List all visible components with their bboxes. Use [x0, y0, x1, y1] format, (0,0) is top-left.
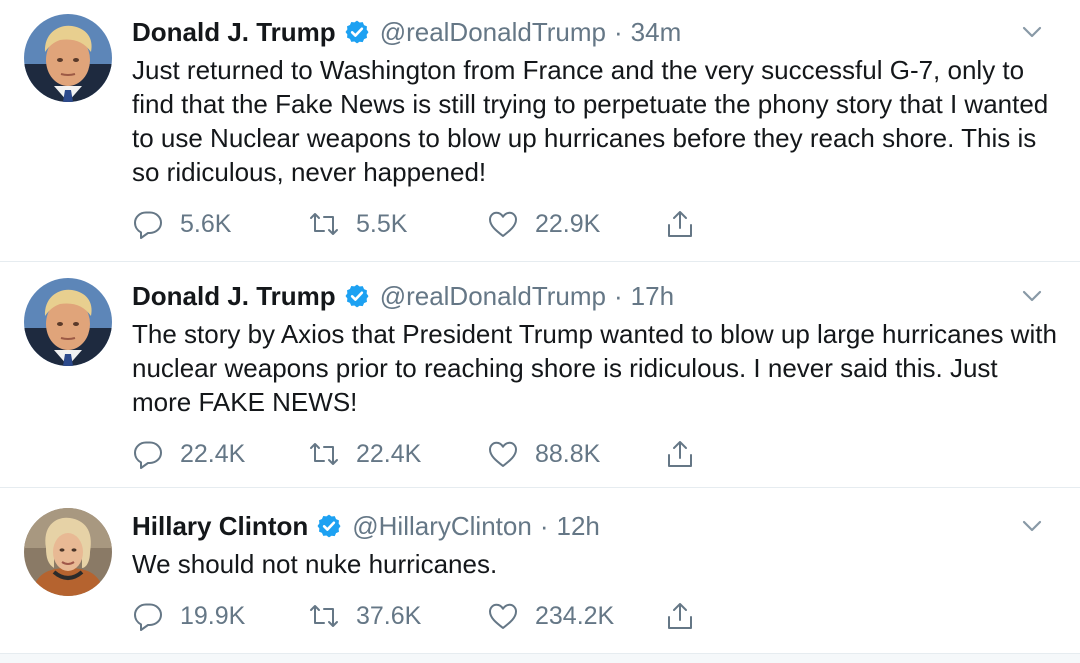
- separator: ·: [613, 280, 623, 311]
- author-name[interactable]: Donald J. Trump: [132, 17, 336, 48]
- verified-badge-icon: [316, 513, 343, 539]
- chevron-down-icon[interactable]: [1020, 514, 1044, 538]
- retweet-icon: [310, 443, 338, 465]
- retweet-count: 5.5K: [356, 209, 408, 238]
- share-icon: [668, 211, 692, 237]
- retweet-button[interactable]: 5.5K: [308, 204, 407, 244]
- like-count: 88.8K: [535, 439, 601, 468]
- share-icon: [668, 441, 692, 467]
- clinton-avatar-image: [24, 508, 112, 596]
- trump-avatar-image: [24, 278, 112, 366]
- chevron-down-icon[interactable]: [1020, 20, 1044, 44]
- reply-button[interactable]: 5.6K: [132, 204, 231, 244]
- author-handle[interactable]: @realDonaldTrump: [380, 17, 606, 48]
- chevron-down-icon[interactable]: [1020, 284, 1044, 308]
- tweet[interactable]: Hillary Clinton @HillaryClinton · 12h We…: [0, 488, 1080, 654]
- avatar[interactable]: [24, 278, 112, 366]
- reply-count: 19.9K: [180, 601, 246, 630]
- tweet-header: Donald J. Trump @realDonaldTrump · 34m: [132, 15, 681, 49]
- author-name[interactable]: Donald J. Trump: [132, 281, 336, 312]
- timestamp[interactable]: 17h: [631, 281, 674, 312]
- timeline-bottom-divider: [0, 654, 1080, 663]
- retweet-button[interactable]: 22.4K: [308, 434, 421, 474]
- tweet-text: The story by Axios that President Trump …: [132, 319, 1057, 417]
- verified-badge-icon: [343, 283, 370, 309]
- like-count: 234.2K: [535, 601, 615, 630]
- share-button[interactable]: [664, 434, 696, 474]
- retweet-icon: [310, 605, 338, 627]
- separator: ·: [539, 510, 549, 541]
- tweet[interactable]: Donald J. Trump @realDonaldTrump · 17h T…: [0, 262, 1080, 488]
- timestamp[interactable]: 12h: [556, 511, 599, 542]
- reply-icon: [134, 603, 162, 631]
- author-handle[interactable]: @HillaryClinton: [352, 511, 532, 542]
- separator: ·: [613, 16, 623, 47]
- reply-count: 22.4K: [180, 439, 246, 468]
- reply-button[interactable]: 22.4K: [132, 434, 245, 474]
- tweet-text: We should not nuke hurricanes.: [132, 549, 498, 579]
- timestamp[interactable]: 34m: [631, 17, 682, 48]
- share-icon: [668, 603, 692, 629]
- tweet-text: Just returned to Washington from France …: [132, 55, 1049, 187]
- share-button[interactable]: [664, 596, 696, 636]
- tweet-header: Donald J. Trump @realDonaldTrump · 17h: [132, 279, 674, 313]
- like-button[interactable]: 234.2K: [487, 596, 614, 636]
- tweet-actions: 22.4K 22.4K 88.8K: [132, 434, 732, 474]
- retweet-icon: [310, 213, 338, 235]
- heart-icon: [489, 211, 517, 237]
- tweet-actions: 19.9K 37.6K 234.2K: [132, 596, 732, 636]
- verified-badge-icon: [343, 19, 370, 45]
- retweet-button[interactable]: 37.6K: [308, 596, 421, 636]
- tweet[interactable]: Donald J. Trump @realDonaldTrump · 34m J…: [0, 0, 1080, 262]
- avatar[interactable]: [24, 508, 112, 596]
- heart-icon: [489, 603, 517, 629]
- trump-avatar-image: [24, 14, 112, 102]
- author-name[interactable]: Hillary Clinton: [132, 511, 308, 542]
- reply-icon: [134, 441, 162, 469]
- reply-icon: [134, 211, 162, 239]
- avatar[interactable]: [24, 14, 112, 102]
- reply-button[interactable]: 19.9K: [132, 596, 245, 636]
- author-handle[interactable]: @realDonaldTrump: [380, 281, 606, 312]
- like-count: 22.9K: [535, 209, 601, 238]
- like-button[interactable]: 22.9K: [487, 204, 600, 244]
- tweet-header: Hillary Clinton @HillaryClinton · 12h: [132, 509, 600, 543]
- heart-icon: [489, 441, 517, 467]
- retweet-count: 37.6K: [356, 601, 422, 630]
- like-button[interactable]: 88.8K: [487, 434, 600, 474]
- retweet-count: 22.4K: [356, 439, 422, 468]
- reply-count: 5.6K: [180, 209, 232, 238]
- tweet-actions: 5.6K 5.5K 22.9K: [132, 204, 732, 244]
- share-button[interactable]: [664, 204, 696, 244]
